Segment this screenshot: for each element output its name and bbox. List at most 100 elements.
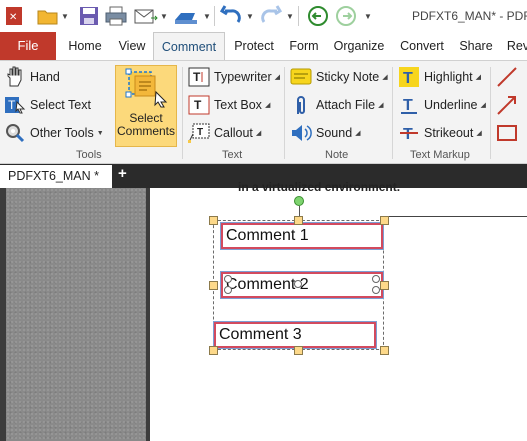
- hand-label: Hand: [30, 70, 60, 84]
- chevron-down-icon: ◢: [264, 102, 271, 109]
- attach-file-label: Attach File: [316, 98, 376, 112]
- highlight-icon: T: [398, 66, 420, 88]
- highlight-label: Highlight: [424, 70, 473, 84]
- attach-file-button[interactable]: Attach File ◢: [290, 93, 383, 117]
- chevron-down-icon: ▼: [96, 129, 104, 137]
- chevron-down-icon: ◢: [480, 102, 486, 109]
- sticky-note-label: Sticky Note: [316, 70, 380, 84]
- text-box-label: Text Box: [214, 98, 262, 112]
- resize-handle[interactable]: [372, 286, 380, 294]
- svg-text:T: T: [8, 98, 16, 112]
- comment-box[interactable]: Comment 1: [220, 222, 384, 250]
- rectangle-icon: [496, 122, 518, 144]
- tab-comment[interactable]: Comment: [153, 32, 225, 60]
- select-comments-icon: [116, 66, 176, 112]
- svg-text:T: T: [403, 97, 413, 114]
- toolbar-divider: [298, 6, 299, 26]
- resize-handle[interactable]: [224, 275, 232, 283]
- chevron-down-icon: ◢: [476, 130, 482, 137]
- line-icon: [496, 66, 518, 88]
- group-divider: [490, 67, 491, 159]
- tab-share[interactable]: Share: [453, 32, 499, 60]
- back-icon[interactable]: [306, 4, 330, 28]
- rotate-handle[interactable]: [294, 196, 304, 206]
- folder-open-icon[interactable]: [36, 4, 60, 28]
- resize-handle[interactable]: [380, 281, 389, 290]
- resize-handle[interactable]: [209, 216, 218, 225]
- tab-form[interactable]: Form: [283, 32, 325, 60]
- save-icon[interactable]: [78, 4, 100, 28]
- new-tab-button[interactable]: +: [118, 165, 127, 182]
- select-text-icon: T: [4, 94, 26, 116]
- gear-search-icon: [4, 122, 26, 144]
- sticky-note-button[interactable]: Sticky Note ◢: [290, 65, 388, 89]
- tab-convert[interactable]: Convert: [393, 32, 451, 60]
- text-box-icon: T: [188, 94, 210, 116]
- underline-icon: T: [398, 94, 420, 116]
- chevron-down-icon: ◢: [378, 102, 384, 109]
- strikeout-label: Strikeout: [424, 126, 474, 140]
- resize-handle[interactable]: [224, 286, 232, 294]
- chevron-down-icon[interactable]: ▼: [246, 12, 254, 21]
- sound-button[interactable]: Sound ◢: [290, 121, 361, 145]
- comment-box[interactable]: Comment 2: [220, 271, 384, 299]
- resize-handle[interactable]: [294, 346, 303, 355]
- typewriter-button[interactable]: T Typewriter ◢: [188, 65, 280, 89]
- select-text-button[interactable]: T Select Text: [4, 93, 91, 117]
- resize-handle[interactable]: [380, 216, 389, 225]
- tab-review[interactable]: Rev: [503, 32, 527, 60]
- tab-home[interactable]: Home: [60, 32, 110, 60]
- comment-box[interactable]: Comment 3: [213, 321, 377, 349]
- redo-icon[interactable]: [258, 4, 283, 28]
- other-tools-button[interactable]: Other Tools ▼: [4, 121, 104, 145]
- callout-label: Callout: [214, 126, 253, 140]
- resize-handle[interactable]: [294, 216, 303, 225]
- resize-handle[interactable]: [209, 281, 218, 290]
- group-divider: [182, 67, 183, 159]
- print-icon[interactable]: [104, 4, 128, 28]
- text-box-button[interactable]: T Text Box ◢: [188, 93, 270, 117]
- line-tool-button[interactable]: [496, 65, 522, 89]
- resize-handle[interactable]: [372, 275, 380, 283]
- page-text-fragment: in a virtualized environment.: [238, 180, 401, 194]
- document-tab[interactable]: PDFXT6_MAN *: [0, 165, 112, 188]
- hand-tool-button[interactable]: Hand: [4, 65, 60, 89]
- underline-button[interactable]: T Underline ◢: [398, 93, 486, 117]
- tab-protect[interactable]: Protect: [227, 32, 281, 60]
- highlight-button[interactable]: T Highlight ◢: [398, 65, 481, 89]
- chevron-down-icon[interactable]: ▼: [364, 12, 372, 21]
- chevron-down-icon: ◢: [274, 74, 281, 81]
- resize-handle[interactable]: [380, 346, 389, 355]
- resize-handle[interactable]: [294, 280, 302, 288]
- select-comments-button[interactable]: Select Comments: [115, 65, 177, 147]
- undo-icon[interactable]: [219, 4, 244, 28]
- forward-icon[interactable]: [334, 4, 358, 28]
- ribbon-panel: Hand T Select Text Other Tools ▼ Tools S…: [0, 60, 527, 164]
- chevron-down-icon[interactable]: ▼: [160, 12, 168, 21]
- chevron-down-icon[interactable]: ▼: [203, 12, 211, 21]
- scan-icon[interactable]: [172, 4, 200, 28]
- tab-view[interactable]: View: [112, 32, 152, 60]
- chevron-down-icon[interactable]: ▼: [286, 12, 294, 21]
- chevron-down-icon: ◢: [255, 130, 262, 137]
- tab-file[interactable]: File: [0, 32, 56, 60]
- select-text-label: Select Text: [30, 98, 91, 112]
- svg-text:T: T: [403, 126, 413, 143]
- rectangle-tool-button[interactable]: [496, 121, 522, 145]
- chevron-down-icon[interactable]: ▼: [61, 12, 69, 21]
- toolbar-divider: [214, 6, 215, 26]
- arrow-tool-button[interactable]: [496, 93, 522, 117]
- group-label-text: Text: [222, 149, 243, 161]
- group-label-note: Note: [325, 149, 349, 161]
- tab-organize[interactable]: Organize: [327, 32, 391, 60]
- group-divider: [284, 67, 285, 159]
- email-icon[interactable]: [133, 4, 159, 28]
- resize-handle[interactable]: [209, 346, 218, 355]
- chevron-down-icon: ◢: [382, 74, 388, 81]
- paperclip-icon: [290, 94, 312, 116]
- page-rule-line: [386, 216, 527, 217]
- callout-button[interactable]: T Callout ◢: [188, 121, 261, 145]
- group-label-text-markup: Text Markup: [410, 149, 470, 161]
- strikeout-button[interactable]: T Strikeout ◢: [398, 121, 482, 145]
- app-window: ✕ ▼ ▼ ▼ ▼ ▼ ▼ PDFXT6_MAN* - PDF File Hom…: [0, 0, 527, 441]
